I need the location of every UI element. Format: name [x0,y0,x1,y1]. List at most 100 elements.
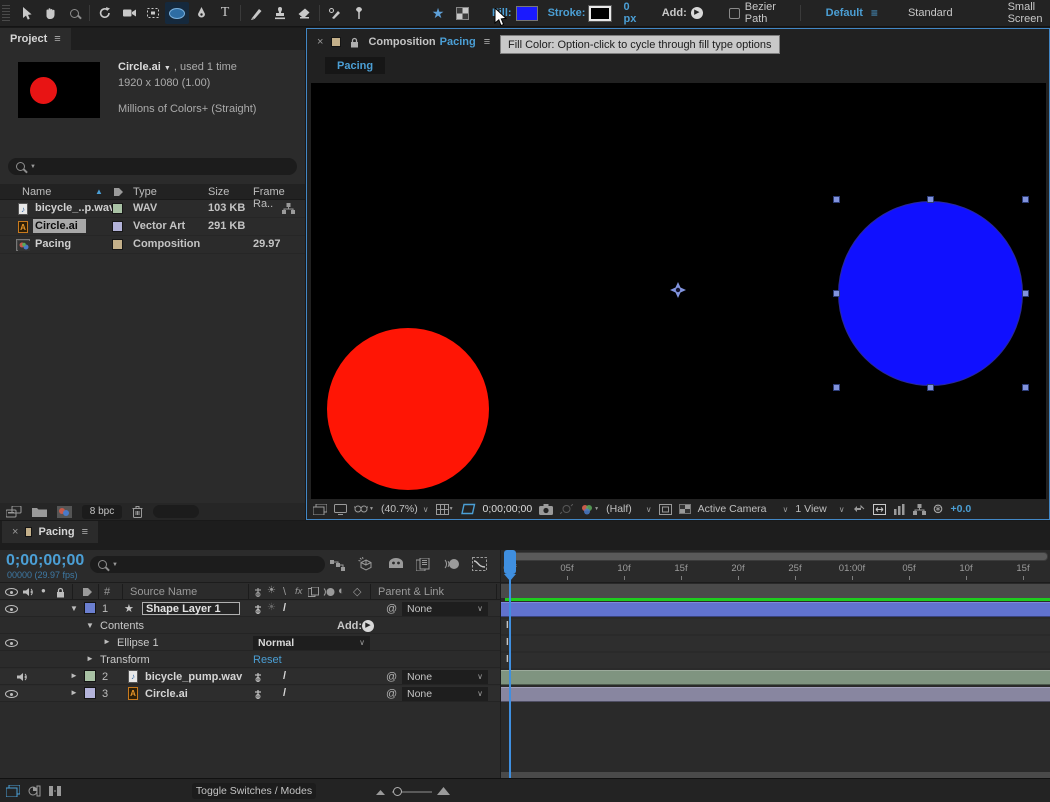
toggle-mask-visibility-icon[interactable] [461,503,476,515]
shared-view-icon[interactable]: ▼ [354,504,374,514]
layer-name[interactable]: Circle.ai [145,688,188,700]
playhead-line[interactable] [509,550,511,778]
column-size[interactable]: Size [208,186,229,198]
selection-handle[interactable] [833,384,840,391]
selection-handle[interactable] [927,196,934,203]
ellipse-visible-icon[interactable] [5,639,18,647]
camera-tool-button[interactable] [117,2,141,24]
anchor-point-icon[interactable] [670,282,686,298]
expand-group-icon[interactable]: ► [103,637,111,646]
graph-editor-icon[interactable] [472,557,487,571]
source-name-column[interactable]: Source Name [130,586,197,598]
expand-layer-icon[interactable]: ▼ [70,604,78,613]
shape-star-preset-button[interactable]: ★ [426,2,450,24]
exposure-value[interactable]: +0.0 [950,503,971,515]
composition-mini-flowchart-icon[interactable] [330,558,345,571]
view-camera-dropdown[interactable]: Active Camera∨ [698,503,789,515]
viewer-tab-pacing[interactable]: Pacing [337,60,373,72]
workspace-menu-icon[interactable]: ≡ [871,6,878,20]
expand-layer-icon[interactable]: ► [70,688,78,697]
video-visible-icon[interactable] [5,605,18,613]
quality-switch-icon[interactable]: / [283,687,286,699]
ellipse-label[interactable]: Ellipse 1 [117,637,159,649]
main-viewer-icon[interactable] [334,504,347,515]
parent-dropdown[interactable]: None∨ [402,602,488,616]
label-color-swatch[interactable] [112,239,123,250]
grid-guides-icon[interactable]: ▼ [436,504,454,515]
asset-row-composition[interactable]: Pacing Composition 29.97 [0,236,305,254]
stroke-color-swatch[interactable] [589,6,611,21]
bezier-path-label[interactable]: Bezier Path [745,1,782,25]
expand-in-out-panes-icon[interactable] [49,785,61,797]
close-panel-icon[interactable]: × [317,36,323,48]
timeline-h-scrollbar[interactable] [501,772,1050,778]
blend-mode-dropdown[interactable]: Normal∨ [253,636,370,650]
selection-handle[interactable] [1022,290,1029,297]
audio-enabled-icon[interactable] [17,672,29,682]
adjust-exposure-icon[interactable]: ⊛ [933,501,944,517]
fast-previews-icon[interactable] [893,504,906,515]
expand-transfer-controls-icon[interactable] [28,785,41,797]
view-layout-dropdown[interactable]: 1 View∨ [795,503,844,515]
bit-depth-button[interactable]: 8 bpc [82,505,122,519]
sort-ascending-icon[interactable]: ▲ [95,187,103,196]
column-type[interactable]: Type [133,186,157,198]
layer-row-audio[interactable]: ► 2 ♪ bicycle_pump.wav / @ None∨ [0,669,500,685]
group-row-contents[interactable]: ▼ Contents Add: ▶ [0,618,500,634]
layer-label-swatch[interactable] [84,602,96,614]
preview-dropdown-icon[interactable]: ▼ [164,65,171,72]
timeline-tab-pacing[interactable]: × Pacing ≡ [2,521,98,543]
search-options-icon[interactable]: ▼ [30,164,36,170]
layer-row-shape-layer-1[interactable]: ▼ 1 ★ Shape Layer 1 ☀ / @ None∨ [0,601,500,617]
workspace-tab-standard[interactable]: Standard [908,7,953,19]
parent-pickwhip-icon[interactable]: @ [386,688,397,700]
layer-label-swatch[interactable] [84,687,96,699]
selection-handle[interactable] [1022,196,1029,203]
stroke-label[interactable]: Stroke: [548,7,586,19]
group-row-ellipse-1[interactable]: ► Ellipse 1 Normal∨ [0,635,500,651]
motion-blur-icon[interactable] [444,558,460,570]
trash-icon[interactable] [132,505,143,518]
label-color-swatch[interactable] [112,221,123,232]
rotation-tool-button[interactable] [93,2,117,24]
expand-group-icon[interactable]: ► [86,654,94,663]
comp-label-swatch[interactable] [331,37,341,47]
panel-menu-icon[interactable]: ≡ [82,526,88,538]
eraser-tool-button[interactable] [292,2,316,24]
asset-row-wav[interactable]: ♪ bicycle_..p.wav WAV 103 KB [0,200,305,218]
transparency-grid-button[interactable] [450,2,474,24]
column-name[interactable]: Name [22,186,51,198]
track-bar-shape-layer[interactable] [501,602,1050,617]
pixel-aspect-correction-icon[interactable] [873,504,886,515]
time-ruler[interactable]: 00f 05f 10f 15f 20f 25f 01:00f 05f 10f 1… [501,562,1050,583]
expand-layer-icon[interactable]: ► [70,671,78,680]
stroke-width-value[interactable]: 0 px [623,1,637,25]
add-property-menu-icon[interactable]: ▶ [362,620,374,632]
share-view-icon[interactable] [852,504,866,514]
close-tab-icon[interactable]: × [12,526,18,538]
asset-row-ai-selected[interactable]: A Circle.ai Vector Art 291 KB [0,218,305,236]
project-search-input[interactable]: ▼ [8,158,297,175]
column-label-icon[interactable] [113,187,124,197]
layer-label-swatch[interactable] [84,670,96,682]
playhead-handle[interactable] [504,550,516,574]
group-row-transform[interactable]: ► Transform Reset [0,652,500,668]
resolution-dropdown[interactable]: (Half)∨ [606,503,652,515]
expand-layer-switches-icon[interactable] [6,785,20,797]
magnification-dropdown[interactable]: (40.7%)∨ [381,503,429,515]
layer-name-editing[interactable]: Shape Layer 1 [142,602,240,615]
timeline-search-input[interactable]: ▼ [90,556,325,573]
selection-handle[interactable] [833,196,840,203]
workspace-tab-small-screen[interactable]: Small Screen [1008,1,1050,25]
comp-flowchart-icon[interactable] [913,504,926,515]
selection-handle[interactable] [927,384,934,391]
puppet-pin-tool-button[interactable] [347,2,371,24]
hand-tool-button[interactable] [38,2,62,24]
layer-row-circle-ai[interactable]: ► 3 A Circle.ai / @ None∨ [0,686,500,702]
video-visible-icon[interactable] [5,690,18,698]
zoom-tool-button[interactable] [62,2,86,24]
panel-menu-icon[interactable]: ≡ [54,33,60,45]
track-bar-circle-ai[interactable] [501,687,1050,702]
snapshot-camera-icon[interactable] [539,504,553,515]
shy-switch-icon[interactable] [253,604,263,615]
